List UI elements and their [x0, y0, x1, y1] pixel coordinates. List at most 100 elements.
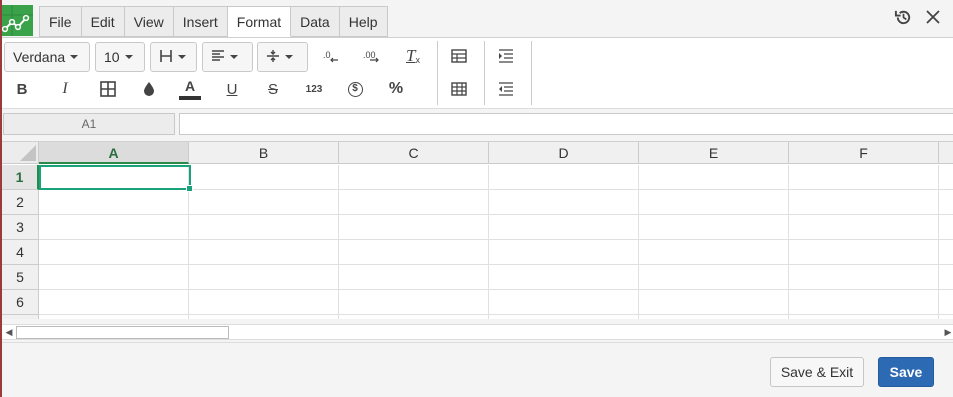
cell-a4[interactable]	[39, 240, 189, 265]
cell-next2[interactable]	[939, 190, 953, 215]
cell-d6[interactable]	[489, 290, 639, 315]
cell-dnext[interactable]	[489, 315, 639, 319]
cell-bnext[interactable]	[189, 315, 339, 319]
fill-color-icon[interactable]	[135, 75, 163, 103]
cell-b6[interactable]	[189, 290, 339, 315]
cell-f3[interactable]	[789, 215, 939, 240]
horizontal-scrollbar[interactable]: ◀ ▶	[2, 324, 953, 340]
row-header-5[interactable]: 5	[2, 265, 39, 290]
menu-file[interactable]: File	[39, 6, 82, 37]
history-icon[interactable]	[892, 6, 914, 28]
menu-view[interactable]: View	[124, 6, 174, 37]
scroll-left-icon[interactable]: ◀	[4, 327, 14, 337]
row-header-4[interactable]: 4	[2, 240, 39, 265]
cell-height-select[interactable]	[150, 42, 197, 72]
indent-increase-icon[interactable]	[492, 42, 520, 70]
text-color-button[interactable]: A	[176, 75, 204, 103]
cell-anext[interactable]	[39, 315, 189, 319]
cell-d2[interactable]	[489, 190, 639, 215]
table-style-icon[interactable]	[445, 75, 473, 103]
menu-data[interactable]: Data	[291, 6, 340, 37]
cell-f4[interactable]	[789, 240, 939, 265]
column-header-f[interactable]: F	[789, 142, 939, 164]
cell-next5[interactable]	[939, 265, 953, 290]
clear-format-icon[interactable]: Tx	[399, 42, 427, 70]
cell-e6[interactable]	[639, 290, 789, 315]
font-family-select[interactable]: Verdana	[4, 42, 90, 72]
percent-button[interactable]: %	[382, 75, 410, 103]
cell-b2[interactable]	[189, 190, 339, 215]
select-all-corner[interactable]	[2, 142, 39, 164]
table-format-icon[interactable]	[445, 42, 473, 70]
increase-decimals-icon[interactable]: .00	[358, 42, 386, 70]
column-header-c[interactable]: C	[339, 142, 489, 164]
column-header-d[interactable]: D	[489, 142, 639, 164]
cell-next4[interactable]	[939, 240, 953, 265]
cell-d4[interactable]	[489, 240, 639, 265]
cell-e3[interactable]	[639, 215, 789, 240]
horizontal-align-select[interactable]	[202, 42, 253, 72]
underline-button[interactable]: U	[218, 75, 246, 103]
cell-a5[interactable]	[39, 265, 189, 290]
formula-input[interactable]	[179, 113, 953, 135]
decrease-decimals-icon[interactable]: .0	[317, 42, 345, 70]
column-header-b[interactable]: B	[189, 142, 339, 164]
bold-button[interactable]: B	[8, 75, 36, 103]
cell-enext[interactable]	[639, 315, 789, 319]
cell-next6[interactable]	[939, 290, 953, 315]
active-cell-a1[interactable]	[39, 165, 193, 192]
vertical-align-select[interactable]	[257, 42, 308, 72]
cell-f5[interactable]	[789, 265, 939, 290]
scrollbar-thumb[interactable]	[16, 326, 229, 339]
cell-a2[interactable]	[39, 190, 189, 215]
row-header-1[interactable]: 1	[2, 165, 39, 190]
column-header-next[interactable]	[939, 142, 953, 164]
cell-next1[interactable]	[939, 165, 953, 190]
cell-f6[interactable]	[789, 290, 939, 315]
cell-c6[interactable]	[339, 290, 489, 315]
cell-b1[interactable]	[189, 165, 339, 190]
cell-f2[interactable]	[789, 190, 939, 215]
cell-next3[interactable]	[939, 215, 953, 240]
cell-c1[interactable]	[339, 165, 489, 190]
cell-d5[interactable]	[489, 265, 639, 290]
menu-insert[interactable]: Insert	[173, 6, 228, 37]
scroll-right-icon[interactable]: ▶	[943, 327, 953, 337]
cell-f1[interactable]	[789, 165, 939, 190]
cell-fnext[interactable]	[789, 315, 939, 319]
row-header-7[interactable]	[2, 315, 39, 319]
cell-cnext[interactable]	[339, 315, 489, 319]
row-header-6[interactable]: 6	[2, 290, 39, 315]
cell-e5[interactable]	[639, 265, 789, 290]
indent-decrease-icon[interactable]	[492, 75, 520, 103]
currency-button[interactable]: $	[341, 75, 369, 103]
menu-help[interactable]: Help	[339, 6, 388, 37]
column-header-a[interactable]: A	[39, 142, 189, 164]
cell-c5[interactable]	[339, 265, 489, 290]
cell-e1[interactable]	[639, 165, 789, 190]
cell-b4[interactable]	[189, 240, 339, 265]
cell-c4[interactable]	[339, 240, 489, 265]
cell-b5[interactable]	[189, 265, 339, 290]
menu-format[interactable]: Format	[227, 6, 292, 37]
close-icon[interactable]	[922, 6, 944, 28]
font-size-select[interactable]: 10	[95, 42, 145, 72]
cell-b3[interactable]	[189, 215, 339, 240]
number-format-button[interactable]: 123	[300, 75, 328, 103]
save-button[interactable]: Save	[878, 357, 934, 387]
cell-reference-box[interactable]: A1	[3, 113, 175, 135]
cell-e4[interactable]	[639, 240, 789, 265]
cell-d1[interactable]	[489, 165, 639, 190]
strikethrough-button[interactable]: S	[259, 75, 287, 103]
cell-a6[interactable]	[39, 290, 189, 315]
cell-a3[interactable]	[39, 215, 189, 240]
borders-icon[interactable]	[94, 75, 122, 103]
cell-c2[interactable]	[339, 190, 489, 215]
cell-e2[interactable]	[639, 190, 789, 215]
cell-c3[interactable]	[339, 215, 489, 240]
italic-button[interactable]: I	[51, 75, 79, 103]
row-header-2[interactable]: 2	[2, 190, 39, 215]
column-header-e[interactable]: E	[639, 142, 789, 164]
save-and-exit-button[interactable]: Save & Exit	[770, 357, 864, 387]
cell-d3[interactable]	[489, 215, 639, 240]
